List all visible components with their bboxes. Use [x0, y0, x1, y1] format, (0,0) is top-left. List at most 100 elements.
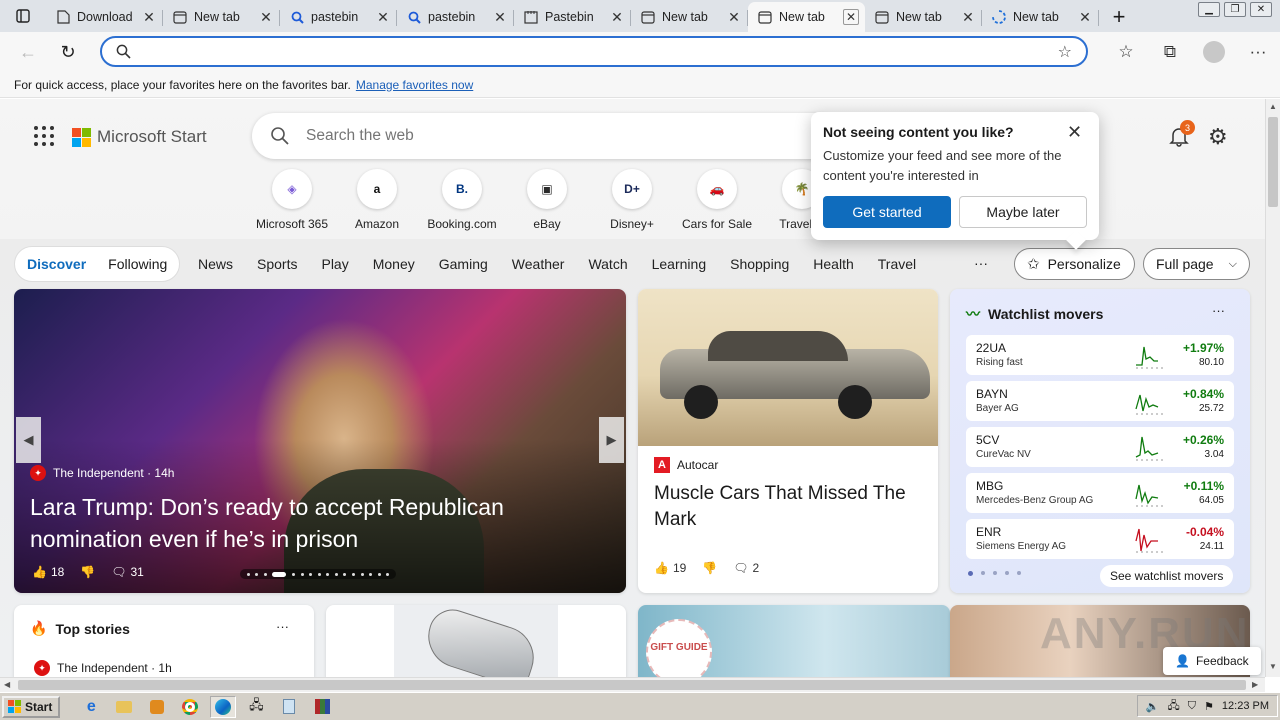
nav-item-sports[interactable]: Sports: [257, 256, 297, 272]
ad-card-golf[interactable]: [326, 605, 626, 677]
tab-9[interactable]: New tab ✕: [982, 2, 1099, 32]
nav-item-watch[interactable]: Watch: [588, 256, 627, 272]
quick-link[interactable]: D+ Disney+: [589, 169, 675, 231]
scroll-left-icon[interactable]: ◀: [4, 680, 10, 689]
tab-close-icon[interactable]: ✕: [375, 9, 391, 25]
watchlist-row[interactable]: BAYN Bayer AG +0.84% 25.72: [966, 381, 1234, 421]
address-input[interactable]: [141, 43, 1058, 60]
explorer-folder-icon[interactable]: [111, 696, 137, 718]
settings-more-button[interactable]: ···: [1236, 34, 1280, 70]
dislike-button[interactable]: 👎: [702, 561, 717, 575]
quick-link[interactable]: a Amazon: [334, 169, 420, 231]
hero-headline[interactable]: Lara Trump: Don’s ready to accept Republ…: [30, 491, 590, 555]
nav-item-health[interactable]: Health: [813, 256, 853, 272]
tab-6[interactable]: New tab ✕: [631, 2, 748, 32]
vertical-scroll-thumb[interactable]: [1268, 117, 1278, 207]
favorites-button[interactable]: ☆: [1104, 34, 1148, 70]
collections-button[interactable]: ⧉: [1148, 34, 1192, 70]
watchlist-more-button[interactable]: ···: [1212, 303, 1225, 318]
tab-discover[interactable]: Discover: [27, 256, 86, 272]
watchlist-pager-dots[interactable]: [968, 571, 1021, 576]
full-page-dropdown[interactable]: Full page ⌵: [1143, 248, 1250, 280]
back-button[interactable]: ←: [8, 34, 48, 70]
notifications-button[interactable]: 3: [1168, 120, 1195, 150]
tab-1[interactable]: Download ✕: [46, 2, 163, 32]
carousel-next-button[interactable]: ▶: [599, 417, 624, 463]
network-icon[interactable]: 🖧: [1168, 697, 1180, 716]
carousel-dots[interactable]: [240, 569, 396, 579]
web-search-box[interactable]: [252, 113, 842, 159]
minimize-button[interactable]: ▁: [1198, 2, 1220, 17]
nav-item-learning[interactable]: Learning: [652, 256, 707, 272]
clock[interactable]: 12:23 PM: [1222, 700, 1269, 712]
story-headline[interactable]: Muscle Cars That Missed The Mark: [654, 481, 924, 533]
flag-icon[interactable]: ⚑: [1204, 700, 1214, 713]
profile-button[interactable]: [1192, 34, 1236, 70]
quick-link[interactable]: B. Booking.com: [419, 169, 505, 231]
refresh-button[interactable]: ↻: [48, 34, 88, 70]
nav-item-travel[interactable]: Travel: [878, 256, 916, 272]
tab-8[interactable]: New tab ✕: [865, 2, 982, 32]
network-app-icon[interactable]: 🖧: [243, 696, 269, 718]
tab-3[interactable]: pastebin ✕: [280, 2, 397, 32]
chrome-icon[interactable]: [177, 696, 203, 718]
gift-guide-card[interactable]: GIFT GUIDE: [638, 605, 950, 677]
see-watchlist-button[interactable]: See watchlist movers: [1100, 565, 1234, 587]
feedback-button[interactable]: 👤 Feedback: [1163, 647, 1261, 675]
tab-5[interactable]: Pastebin ✕: [514, 2, 631, 32]
vertical-scrollbar[interactable]: ▲ ▼: [1265, 99, 1280, 677]
tab-close-icon[interactable]: ✕: [492, 9, 508, 25]
nav-item-news[interactable]: News: [198, 256, 233, 272]
nav-item-shopping[interactable]: Shopping: [730, 256, 789, 272]
ie-icon[interactable]: e: [78, 696, 104, 718]
quick-link[interactable]: ◈ Microsoft 365: [249, 169, 335, 231]
like-button[interactable]: 👍 18: [32, 565, 64, 579]
nav-item-weather[interactable]: Weather: [512, 256, 565, 272]
scroll-down-icon[interactable]: ▼: [1269, 662, 1277, 671]
page-settings-gear-icon[interactable]: ⚙: [1208, 124, 1228, 150]
tab-7[interactable]: New tab ✕: [748, 2, 865, 32]
nav-item-gaming[interactable]: Gaming: [439, 256, 488, 272]
tab-2[interactable]: New tab ✕: [163, 2, 280, 32]
tab-close-icon[interactable]: ✕: [843, 9, 859, 25]
story-card-autocar[interactable]: A Autocar Muscle Cars That Missed The Ma…: [638, 289, 938, 593]
like-button[interactable]: 👍 19: [654, 561, 686, 575]
add-favorite-icon[interactable]: ☆: [1058, 42, 1072, 62]
tab-actions-button[interactable]: [0, 0, 46, 32]
tab-4[interactable]: pastebin ✕: [397, 2, 514, 32]
archive-app-icon[interactable]: [309, 696, 335, 718]
nav-item-money[interactable]: Money: [373, 256, 415, 272]
start-button[interactable]: Start: [2, 695, 61, 718]
app-launcher-icon[interactable]: [34, 126, 54, 146]
tab-close-icon[interactable]: ✕: [141, 9, 157, 25]
watchlist-row[interactable]: 22UA Rising fast +1.97% 80.10: [966, 335, 1234, 375]
tab-following[interactable]: Following: [108, 256, 167, 272]
new-tab-button[interactable]: +: [1103, 2, 1135, 32]
tab-close-icon[interactable]: ✕: [960, 9, 976, 25]
maybe-later-button[interactable]: Maybe later: [959, 196, 1087, 228]
comments-button[interactable]: 🗨 31: [111, 565, 144, 579]
personalize-button[interactable]: ✩ Personalize: [1014, 248, 1135, 280]
tab-close-icon[interactable]: ✕: [258, 9, 274, 25]
edge-taskbar-icon[interactable]: [210, 695, 237, 718]
watchlist-row[interactable]: 5CV CureVac NV +0.26% 3.04: [966, 427, 1234, 467]
tab-close-icon[interactable]: ✕: [609, 9, 625, 25]
notepad-icon[interactable]: [276, 696, 302, 718]
microsoft-start-logo[interactable]: Microsoft Start: [72, 127, 207, 147]
tab-close-icon[interactable]: ✕: [726, 9, 742, 25]
volume-icon[interactable]: 🔈: [1146, 700, 1160, 713]
shield-icon[interactable]: ⛉: [1188, 700, 1196, 713]
watchlist-row[interactable]: ENR Siemens Energy AG -0.04% 24.11: [966, 519, 1234, 559]
hero-story-card[interactable]: ◀ ▶ ✦ The Independent · 14h Lara Trump: …: [14, 289, 626, 593]
carousel-prev-button[interactable]: ◀: [16, 417, 41, 463]
close-window-button[interactable]: ✕: [1250, 2, 1272, 17]
popup-close-icon[interactable]: ✕: [1067, 122, 1082, 143]
dislike-button[interactable]: 👎: [80, 565, 95, 579]
scroll-right-icon[interactable]: ▶: [1252, 680, 1258, 689]
manage-favorites-link[interactable]: Manage favorites now: [356, 78, 473, 92]
horizontal-scroll-thumb[interactable]: [18, 680, 1246, 690]
address-bar[interactable]: ☆: [100, 36, 1088, 67]
top-stories-more-button[interactable]: ···: [276, 619, 289, 634]
quick-link[interactable]: 🚗 Cars for Sale: [674, 169, 760, 231]
media-player-icon[interactable]: [144, 696, 170, 718]
